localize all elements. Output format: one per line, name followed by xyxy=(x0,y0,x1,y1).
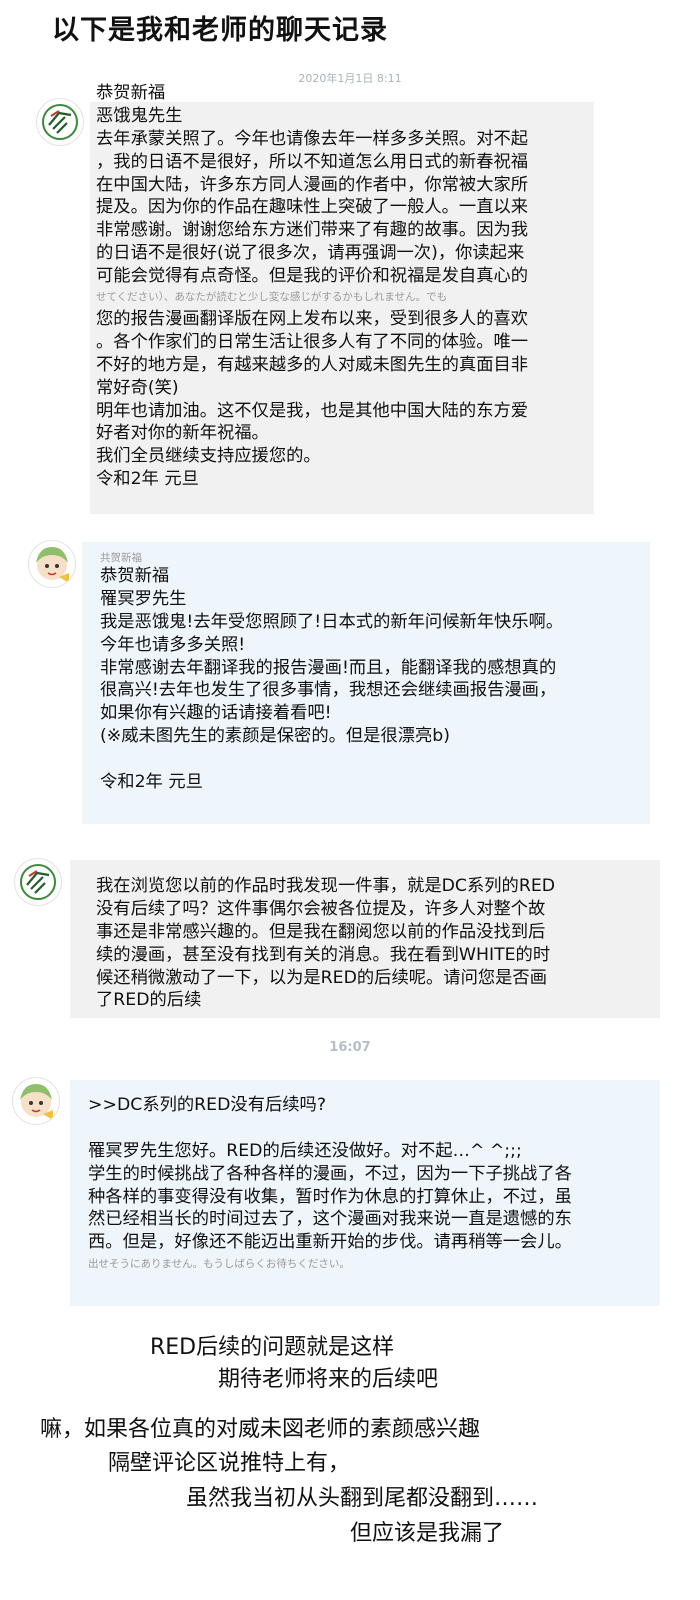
comment-line: 但应该是我漏了 xyxy=(350,1521,505,1546)
message-line: 续的漫画，甚至没有找到有关的消息。我在看到WHITE的时 xyxy=(96,944,551,965)
green-hair-character-avatar-icon xyxy=(36,547,69,583)
message-line: 的日语不是很好(说了很多次，请再强调一次)，你读起来 xyxy=(96,243,525,264)
message-line: 去年承蒙关照了。今年也请像去年一样多多关照。对不起 xyxy=(96,128,529,149)
message-line: (※威未图先生的素颜是保密的。但是很漂亮b) xyxy=(100,726,450,747)
message-line: 没有后续了吗？这件事偶尔会被各位提及，许多人对整个故 xyxy=(96,898,546,919)
message-line: 今年也请多多关照! xyxy=(100,634,246,655)
message-line: 了RED的后续 xyxy=(96,990,202,1011)
avatar-left[interactable] xyxy=(14,858,62,906)
chat-bubble-left: 我在浏览您以前的作品时我发现一件事，就是DC系列的RED 没有后续了吗？这件事偶… xyxy=(70,860,660,1018)
message-line: 提及。因为你的作品在趣味性上突破了一般人。一直以来 xyxy=(96,197,529,218)
message-line: 罹冥罗先生 xyxy=(100,588,187,609)
page-title: 以下是我和老师的聊天记录 xyxy=(52,15,388,46)
message-line: 西。但是，好像还不能迈出重新开始的步伐。请再稍等一会儿。 xyxy=(88,1232,572,1253)
chat-bubble-left: 恭贺新福 恶饿鬼先生 去年承蒙关照了。今年也请像去年一样多多关照。对不起 ，我的… xyxy=(90,83,594,514)
message-line: 我是恶饿鬼!去年受您照顾了!日本式的新年问候新年快乐啊。 xyxy=(100,611,564,632)
chat-bubble-right: 共贺新福 恭贺新福 罹冥罗先生 我是恶饿鬼!去年受您照顾了!日本式的新年问候新年… xyxy=(82,542,650,824)
message-line: 候还稍微激动了一下，以为是RED的后续呢。请问您是否画 xyxy=(96,967,547,988)
message-line: 很高兴!去年也发生了很多事情，我想还会继续画报告漫画， xyxy=(100,680,557,701)
message-line: 您的报告漫画翻译版在网上发布以来，受到很多人的喜欢 xyxy=(96,309,529,330)
pen-sketch-avatar-icon xyxy=(42,104,78,140)
message-line: 然已经相当长的时间过去了，这个漫画对我来说一直是遗憾的东 xyxy=(88,1209,572,1230)
message-line: 如果你有兴趣的话请接着看吧! xyxy=(100,703,332,724)
timestamp: 16:07 xyxy=(329,1040,371,1055)
pen-sketch-avatar-icon xyxy=(20,864,56,900)
message-line: 令和2年 元旦 xyxy=(96,469,199,490)
message-line: 学生的时候挑战了各种各样的漫画，不过，因为一下子挑战了各 xyxy=(88,1163,572,1184)
comment-line: 虽然我当初从头翻到尾都没翻到…… xyxy=(186,1486,539,1511)
message-line: 明年也请加油。这不仅是我，也是其他中国大陆的东方爱 xyxy=(96,400,529,421)
original-japanese-line: 出せそうにありません。もうしばらくお待ちください。 xyxy=(88,1258,350,1271)
comment-line: 隔壁评论区说推特上有， xyxy=(108,1451,351,1476)
message-line: 常好奇(笑) xyxy=(96,377,179,398)
message-line: 恭贺新福 xyxy=(100,566,170,586)
message-line: 我们全员继续支持应援您的。 xyxy=(96,446,321,467)
message-line: 我在浏览您以前的作品时我发现一件事，就是DC系列的RED xyxy=(96,876,556,896)
message-line: 恶饿鬼先生 xyxy=(96,105,183,126)
avatar-right[interactable] xyxy=(28,540,76,588)
message-line: 非常感谢。谢谢您给东方迷们带来了有趣的故事。因为我 xyxy=(96,220,529,241)
message-line: 事还是非常感兴趣的。但是我在翻阅您以前的作品没找到后 xyxy=(96,921,546,942)
message-line xyxy=(88,1117,660,1140)
message-line: ，我的日语不是很好，所以不知道怎么用日式的新春祝福 xyxy=(96,151,529,172)
message-line: 令和2年 元旦 xyxy=(100,772,203,793)
message-line: 在中国大陆，许多东方同人漫画的作者中，你常被大家所 xyxy=(96,174,529,195)
comment-line: 期待老师将来的后续吧 xyxy=(218,1367,439,1392)
message-line: 种各样的事变得没有收集，暂时作为休息的打算休止，不过，虽 xyxy=(88,1186,572,1207)
message-line xyxy=(100,748,650,771)
comment-line: RED后续的问题就是这样 xyxy=(150,1335,395,1360)
original-japanese-line: せてください）、あなたが読むと少し変な感じがするかもしれません。でも xyxy=(96,291,448,304)
message-line: 恭贺新福 xyxy=(96,83,166,103)
avatar-left[interactable] xyxy=(36,98,84,146)
message-line: 非常感谢去年翻译我的报告漫画!而且，能翻译我的感想真的 xyxy=(100,657,557,678)
message-line: 不好的地方是，有越来越多的人对威未图先生的真面目非 xyxy=(96,354,529,375)
message-line: 可能会觉得有点奇怪。但是我的评价和祝福是发自真心的 xyxy=(96,266,529,287)
avatar-right[interactable] xyxy=(12,1077,60,1125)
original-japanese-line: 共贺新福 xyxy=(100,552,142,564)
green-hair-character-avatar-icon xyxy=(20,1084,53,1120)
message-line: >>DC系列的RED没有后续吗? xyxy=(88,1095,326,1115)
message-line: 。各个作家们的日常生活让很多人有了不同的体验。唯一 xyxy=(96,331,529,352)
message-line: 好者对你的新年祝福。 xyxy=(96,423,269,444)
message-line: 罹冥罗先生您好。RED的后续还没做好。对不起…^ ^;;; xyxy=(88,1140,522,1161)
comment-line: 嘛，如果各位真的对威未図老师的素颜感兴趣 xyxy=(40,1417,481,1442)
chat-bubble-right: >>DC系列的RED没有后续吗? 罹冥罗先生您好。RED的后续还没做好。对不起…… xyxy=(70,1080,660,1306)
